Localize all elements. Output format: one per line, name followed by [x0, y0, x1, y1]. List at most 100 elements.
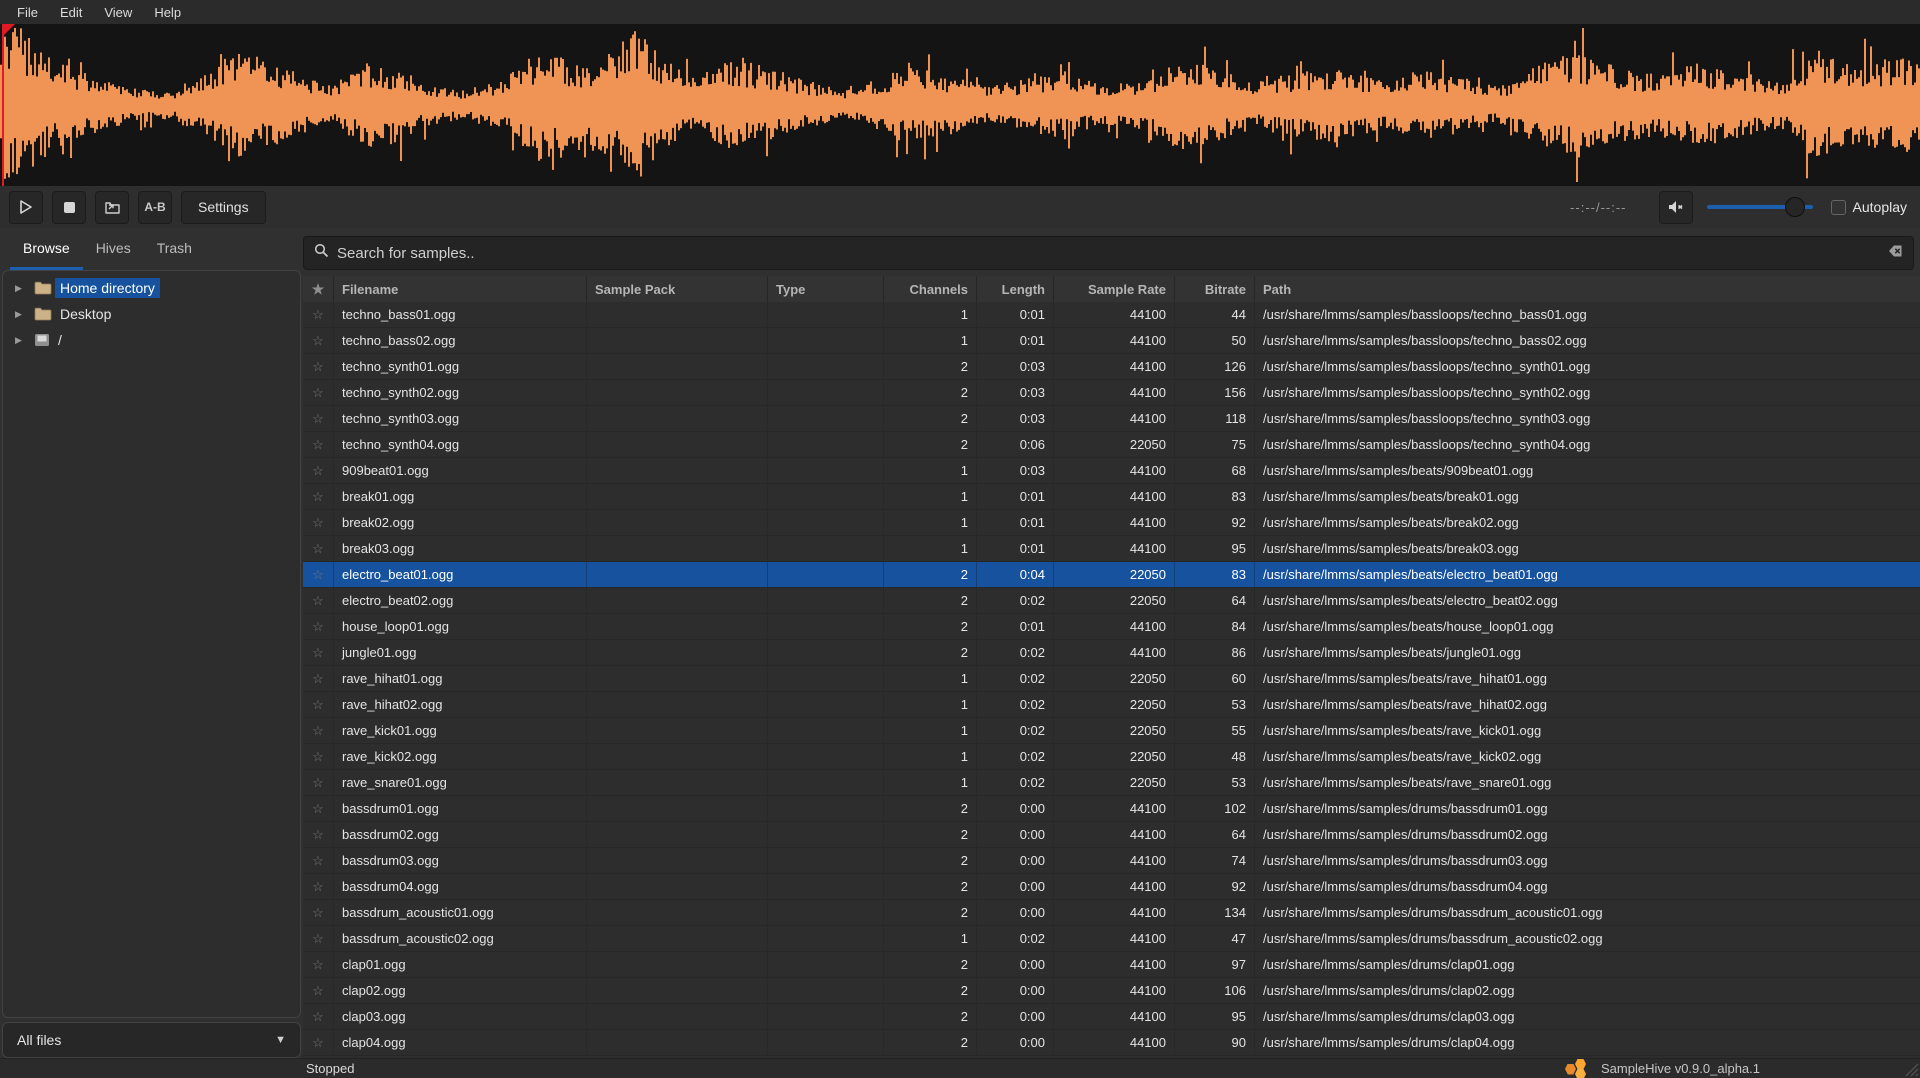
cell-filename: rave_snare01.ogg: [334, 770, 587, 795]
table-row[interactable]: ☆jungle01.ogg20:024410086/usr/share/lmms…: [303, 640, 1920, 666]
table-row[interactable]: ☆techno_synth01.ogg20:0344100126/usr/sha…: [303, 354, 1920, 380]
play-button[interactable]: [9, 191, 43, 224]
expander-icon[interactable]: ▶: [15, 283, 25, 294]
favorite-star-icon[interactable]: ☆: [303, 848, 334, 873]
favorite-star-icon[interactable]: ☆: [303, 380, 334, 405]
favorite-star-icon[interactable]: ☆: [303, 432, 334, 457]
table-row[interactable]: ☆bassdrum_acoustic02.ogg10:024410047/usr…: [303, 926, 1920, 952]
table-row[interactable]: ☆clap03.ogg20:004410095/usr/share/lmms/s…: [303, 1004, 1920, 1030]
table-row[interactable]: ☆rave_hihat02.ogg10:022205053/usr/share/…: [303, 692, 1920, 718]
favorite-star-icon[interactable]: ☆: [303, 718, 334, 743]
favorite-star-icon[interactable]: ☆: [303, 1004, 334, 1029]
column-header-sample-pack[interactable]: Sample Pack: [587, 276, 768, 302]
waveform-display[interactable]: [0, 24, 1920, 186]
menu-view[interactable]: View: [93, 0, 143, 24]
favorite-column-header[interactable]: ★: [303, 276, 334, 302]
volume-knob[interactable]: [1785, 197, 1805, 217]
table-row[interactable]: ☆bassdrum01.ogg20:0044100102/usr/share/l…: [303, 796, 1920, 822]
tab-trash[interactable]: Trash: [144, 228, 205, 270]
favorite-star-icon[interactable]: ☆: [303, 874, 334, 899]
search-input[interactable]: [337, 245, 1883, 262]
favorite-star-icon[interactable]: ☆: [303, 744, 334, 769]
favorite-star-icon[interactable]: ☆: [303, 640, 334, 665]
table-row[interactable]: ☆clap04.ogg20:004410090/usr/share/lmms/s…: [303, 1030, 1920, 1056]
table-row[interactable]: ☆rave_kick02.ogg10:022205048/usr/share/l…: [303, 744, 1920, 770]
cell-length: 0:03: [977, 458, 1054, 483]
table-row[interactable]: ☆bassdrum03.ogg20:004410074/usr/share/lm…: [303, 848, 1920, 874]
favorite-star-icon[interactable]: ☆: [303, 484, 334, 509]
favorite-star-icon[interactable]: ☆: [303, 302, 334, 327]
open-folder-button[interactable]: [95, 191, 129, 224]
menu-help[interactable]: Help: [143, 0, 192, 24]
favorite-star-icon[interactable]: ☆: [303, 458, 334, 483]
table-row[interactable]: ☆house_loop01.ogg20:014410084/usr/share/…: [303, 614, 1920, 640]
ab-loop-button[interactable]: A-B: [138, 191, 172, 224]
expander-icon[interactable]: ▶: [15, 335, 25, 346]
table-row[interactable]: ☆electro_beat01.ogg20:042205083/usr/shar…: [303, 562, 1920, 588]
favorite-star-icon[interactable]: ☆: [303, 510, 334, 535]
autoplay-checkbox[interactable]: [1831, 200, 1846, 215]
cell-sample-rate: 22050: [1054, 718, 1175, 743]
expander-icon[interactable]: ▶: [15, 309, 25, 320]
favorite-star-icon[interactable]: ☆: [303, 588, 334, 613]
table-row[interactable]: ☆clap01.ogg20:004410097/usr/share/lmms/s…: [303, 952, 1920, 978]
favorite-star-icon[interactable]: ☆: [303, 1030, 334, 1055]
settings-button[interactable]: Settings: [181, 191, 266, 224]
tab-hives[interactable]: Hives: [83, 228, 144, 270]
favorite-star-icon[interactable]: ☆: [303, 536, 334, 561]
favorite-star-icon[interactable]: ☆: [303, 822, 334, 847]
favorite-star-icon[interactable]: ☆: [303, 614, 334, 639]
table-row[interactable]: ☆techno_synth03.ogg20:0344100118/usr/sha…: [303, 406, 1920, 432]
table-row[interactable]: ☆techno_synth04.ogg20:062205075/usr/shar…: [303, 432, 1920, 458]
table-row[interactable]: ☆electro_beat02.ogg20:022205064/usr/shar…: [303, 588, 1920, 614]
menu-edit[interactable]: Edit: [49, 0, 93, 24]
table-row[interactable]: ☆techno_bass02.ogg10:014410050/usr/share…: [303, 328, 1920, 354]
favorite-star-icon[interactable]: ☆: [303, 406, 334, 431]
favorite-star-icon[interactable]: ☆: [303, 796, 334, 821]
table-row[interactable]: ☆break02.ogg10:014410092/usr/share/lmms/…: [303, 510, 1920, 536]
table-row[interactable]: ☆break01.ogg10:014410083/usr/share/lmms/…: [303, 484, 1920, 510]
table-row[interactable]: ☆rave_kick01.ogg10:022205055/usr/share/l…: [303, 718, 1920, 744]
tab-browse[interactable]: Browse: [10, 228, 83, 270]
menu-file[interactable]: File: [6, 0, 49, 24]
column-header-path[interactable]: Path: [1255, 276, 1920, 302]
stop-button[interactable]: [52, 191, 86, 224]
favorite-star-icon[interactable]: ☆: [303, 978, 334, 1003]
table-row[interactable]: ☆bassdrum02.ogg20:004410064/usr/share/lm…: [303, 822, 1920, 848]
mute-button[interactable]: [1659, 191, 1693, 224]
favorite-star-icon[interactable]: ☆: [303, 562, 334, 587]
column-header-channels[interactable]: Channels: [884, 276, 977, 302]
table-row[interactable]: ☆909beat01.ogg10:034410068/usr/share/lmm…: [303, 458, 1920, 484]
favorite-star-icon[interactable]: ☆: [303, 770, 334, 795]
table-row[interactable]: ☆rave_hihat01.ogg10:022205060/usr/share/…: [303, 666, 1920, 692]
favorite-star-icon[interactable]: ☆: [303, 354, 334, 379]
favorite-star-icon[interactable]: ☆: [303, 926, 334, 951]
column-header-sample-rate[interactable]: Sample Rate: [1054, 276, 1175, 302]
table-row[interactable]: ☆clap02.ogg20:0044100106/usr/share/lmms/…: [303, 978, 1920, 1004]
table-row[interactable]: ☆rave_snare01.ogg10:022205053/usr/share/…: [303, 770, 1920, 796]
clear-search-icon[interactable]: [1883, 244, 1903, 263]
cell-path: /usr/share/lmms/samples/drums/bassdrum02…: [1255, 822, 1920, 847]
table-row[interactable]: ☆bassdrum_acoustic01.ogg20:0044100134/us…: [303, 900, 1920, 926]
favorite-star-icon[interactable]: ☆: [303, 900, 334, 925]
autoplay-label[interactable]: Autoplay: [1853, 199, 1907, 215]
column-header-filename[interactable]: Filename: [334, 276, 587, 302]
table-row[interactable]: ☆break03.ogg10:014410095/usr/share/lmms/…: [303, 536, 1920, 562]
tree-item--[interactable]: ▶/: [3, 327, 300, 353]
column-header-bitrate[interactable]: Bitrate: [1175, 276, 1255, 302]
favorite-star-icon[interactable]: ☆: [303, 666, 334, 691]
resize-grip[interactable]: [1901, 1061, 1919, 1077]
table-row[interactable]: ☆techno_synth02.ogg20:0344100156/usr/sha…: [303, 380, 1920, 406]
favorite-star-icon[interactable]: ☆: [303, 952, 334, 977]
column-header-length[interactable]: Length: [977, 276, 1054, 302]
tree-item-desktop[interactable]: ▶Desktop: [3, 301, 300, 327]
favorite-star-icon[interactable]: ☆: [303, 692, 334, 717]
cell-filename: clap02.ogg: [334, 978, 587, 1003]
favorite-star-icon[interactable]: ☆: [303, 328, 334, 353]
file-filter-dropdown[interactable]: All files ▼: [2, 1022, 301, 1058]
column-header-type[interactable]: Type: [768, 276, 884, 302]
tree-item-home-directory[interactable]: ▶Home directory: [3, 275, 300, 301]
volume-slider[interactable]: [1707, 197, 1813, 217]
table-row[interactable]: ☆bassdrum04.ogg20:004410092/usr/share/lm…: [303, 874, 1920, 900]
table-row[interactable]: ☆techno_bass01.ogg10:014410044/usr/share…: [303, 302, 1920, 328]
